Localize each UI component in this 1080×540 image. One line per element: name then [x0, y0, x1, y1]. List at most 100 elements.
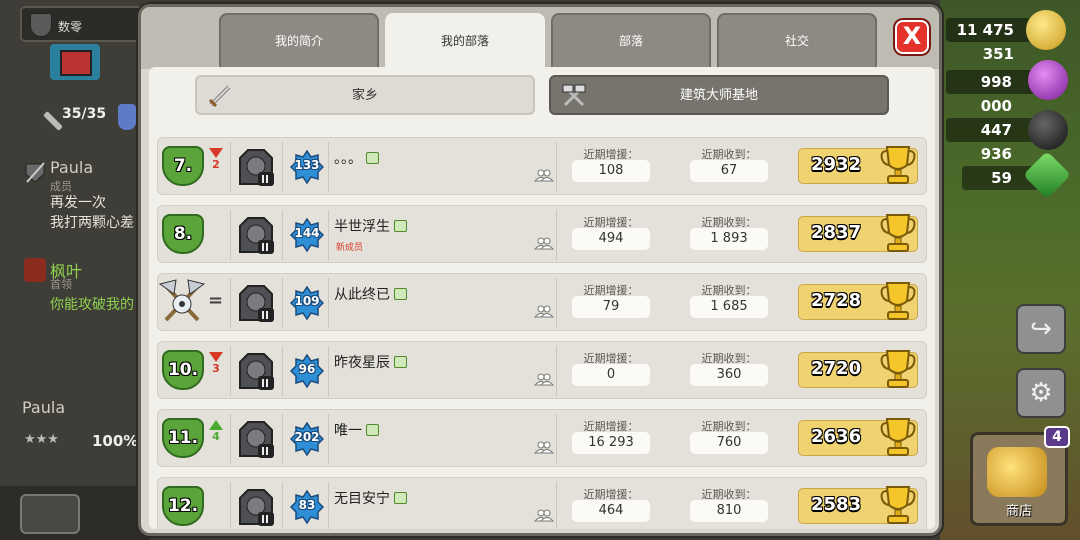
tab-label: 部落	[618, 34, 643, 48]
trophy-icon	[880, 214, 916, 252]
friends-icon[interactable]	[534, 440, 554, 454]
clan-war-icon[interactable]	[50, 44, 100, 80]
note-icon	[394, 288, 407, 300]
builder-hall-icon	[239, 421, 274, 458]
member-row[interactable]: 12. 83 无目安宁 近期增援： 464 近期收到： 810 2583	[157, 477, 927, 529]
chat-sender-role: 首领	[50, 278, 72, 291]
player-name-text: 从此终已	[334, 287, 390, 303]
clan-header[interactable]: 数零	[20, 6, 145, 42]
divider	[282, 210, 283, 260]
rank-badge: 8.	[162, 214, 204, 254]
trophy-icon	[880, 486, 916, 524]
shop-label: 商店	[1005, 504, 1032, 519]
tab-clans[interactable]: 部落	[551, 13, 711, 69]
member-list[interactable]: 7. 2 133。。。 近期增援： 108 近期收到： 67 2932 8. 144 半世浮生 新成员…	[149, 129, 935, 529]
member-row[interactable]: 7. 2 133。。。 近期增援： 108 近期收到： 67 2932	[157, 137, 927, 195]
friends-icon[interactable]	[534, 168, 554, 182]
trophy-count: 2728	[811, 290, 862, 311]
builder-hall-icon	[239, 285, 274, 322]
divider	[328, 278, 329, 328]
home-village-tab[interactable]: 家乡	[195, 75, 535, 115]
divider	[328, 142, 329, 192]
player-level: 83	[298, 498, 316, 512]
chat-message-line: 我打两颗心差	[50, 215, 134, 231]
divider	[328, 414, 329, 464]
tab-my-profile[interactable]: 我的简介	[219, 13, 379, 69]
member-row[interactable]: 8. 144 半世浮生 新成员 近期增援： 494 近期收到： 1 893 2837	[157, 205, 927, 263]
clan-badge-icon	[30, 13, 52, 37]
trophy-box: 2932	[798, 146, 918, 184]
note-icon	[394, 220, 407, 232]
builder-hall-icon	[239, 149, 274, 186]
close-button[interactable]: X	[895, 20, 929, 54]
trophy-count: 2720	[811, 358, 862, 379]
divider	[556, 346, 557, 396]
received-value: 360	[690, 364, 768, 386]
friends-icon[interactable]	[534, 372, 554, 386]
player-name[interactable]: 半世浮生	[334, 216, 407, 236]
trophy-count: 2583	[811, 494, 862, 515]
member-row[interactable]: = 109 从此终已 近期增援： 79 近期收到： 1 685 2728	[157, 273, 927, 331]
player-level: 133	[294, 158, 320, 172]
friends-icon[interactable]	[534, 236, 554, 250]
friends-icon[interactable]	[534, 508, 554, 522]
trophy-icon	[880, 350, 916, 388]
divider	[230, 278, 231, 328]
divider	[282, 414, 283, 464]
chat-sender-name: Paula	[50, 158, 94, 177]
note-icon	[366, 424, 379, 436]
rank-badge: 12.	[162, 486, 204, 526]
player-name[interactable]: 唯一	[334, 420, 379, 440]
divider	[230, 210, 231, 260]
donated-value: 108	[572, 160, 650, 182]
note-icon	[366, 152, 379, 164]
divider	[328, 346, 329, 396]
divider	[282, 142, 283, 192]
divider	[282, 482, 283, 529]
player-name[interactable]: 无目安宁	[334, 488, 407, 508]
player-name[interactable]: 从此终已	[334, 284, 407, 304]
trophy-icon	[880, 282, 916, 320]
player-name-text: 唯一	[334, 423, 362, 439]
player-level: 109	[294, 294, 320, 308]
builder-base-tab[interactable]: 建筑大师基地	[549, 75, 889, 115]
divider	[230, 482, 231, 529]
war-stars-icon: ★★★	[24, 432, 59, 447]
player-name[interactable]: 昨夜星辰	[334, 352, 407, 372]
chat-toggle-button[interactable]	[20, 494, 80, 534]
divider	[230, 346, 231, 396]
player-level: 96	[298, 362, 316, 376]
new-member-tag: 新成员	[336, 243, 364, 253]
elixir-icon	[1028, 60, 1068, 100]
tab-label: 社交	[784, 34, 809, 48]
trophy-box: 2728	[798, 282, 918, 320]
divider	[556, 142, 557, 192]
divider	[282, 346, 283, 396]
trophy-count: 2932	[811, 154, 862, 175]
rank-change-value: 2	[212, 158, 220, 171]
rank-change-value: =	[208, 290, 224, 311]
divider	[230, 414, 231, 464]
rank-change: 3	[208, 352, 224, 375]
received-value: 810	[690, 500, 768, 522]
player-name[interactable]: 。。。	[334, 148, 379, 168]
member-row[interactable]: 11. 4 202 唯一 近期增援： 16 293 近期收到： 760 2636	[157, 409, 927, 467]
rank-change: 4	[208, 420, 224, 443]
war-player-name: Paula	[22, 398, 66, 417]
trophy-box: 2720	[798, 350, 918, 388]
divider	[328, 482, 329, 529]
friends-icon[interactable]	[534, 304, 554, 318]
tab-my-clan[interactable]: 我的部落	[385, 13, 545, 69]
member-row[interactable]: 10. 3 96 昨夜星辰 近期增援： 0 近期收到： 360 2720	[157, 341, 927, 399]
tab-social[interactable]: 社交	[717, 13, 877, 69]
chat-message-line: 你能攻破我的	[50, 297, 134, 313]
tab-label: 我的简介	[274, 34, 323, 48]
share-button[interactable]: ↪	[1016, 304, 1066, 354]
settings-gear-icon[interactable]: ⚙	[1016, 368, 1066, 418]
player-name-text: 。。。	[334, 151, 362, 167]
divider	[230, 142, 231, 192]
clan-modal: 我的简介 我的部落 部落 社交 X 家乡 建筑大师基地 7. 2 133。。。 近期增…	[138, 4, 942, 536]
gold-icon	[1026, 10, 1066, 50]
trophy-box: 2583	[798, 486, 918, 524]
war-percent: 100%	[92, 432, 139, 450]
